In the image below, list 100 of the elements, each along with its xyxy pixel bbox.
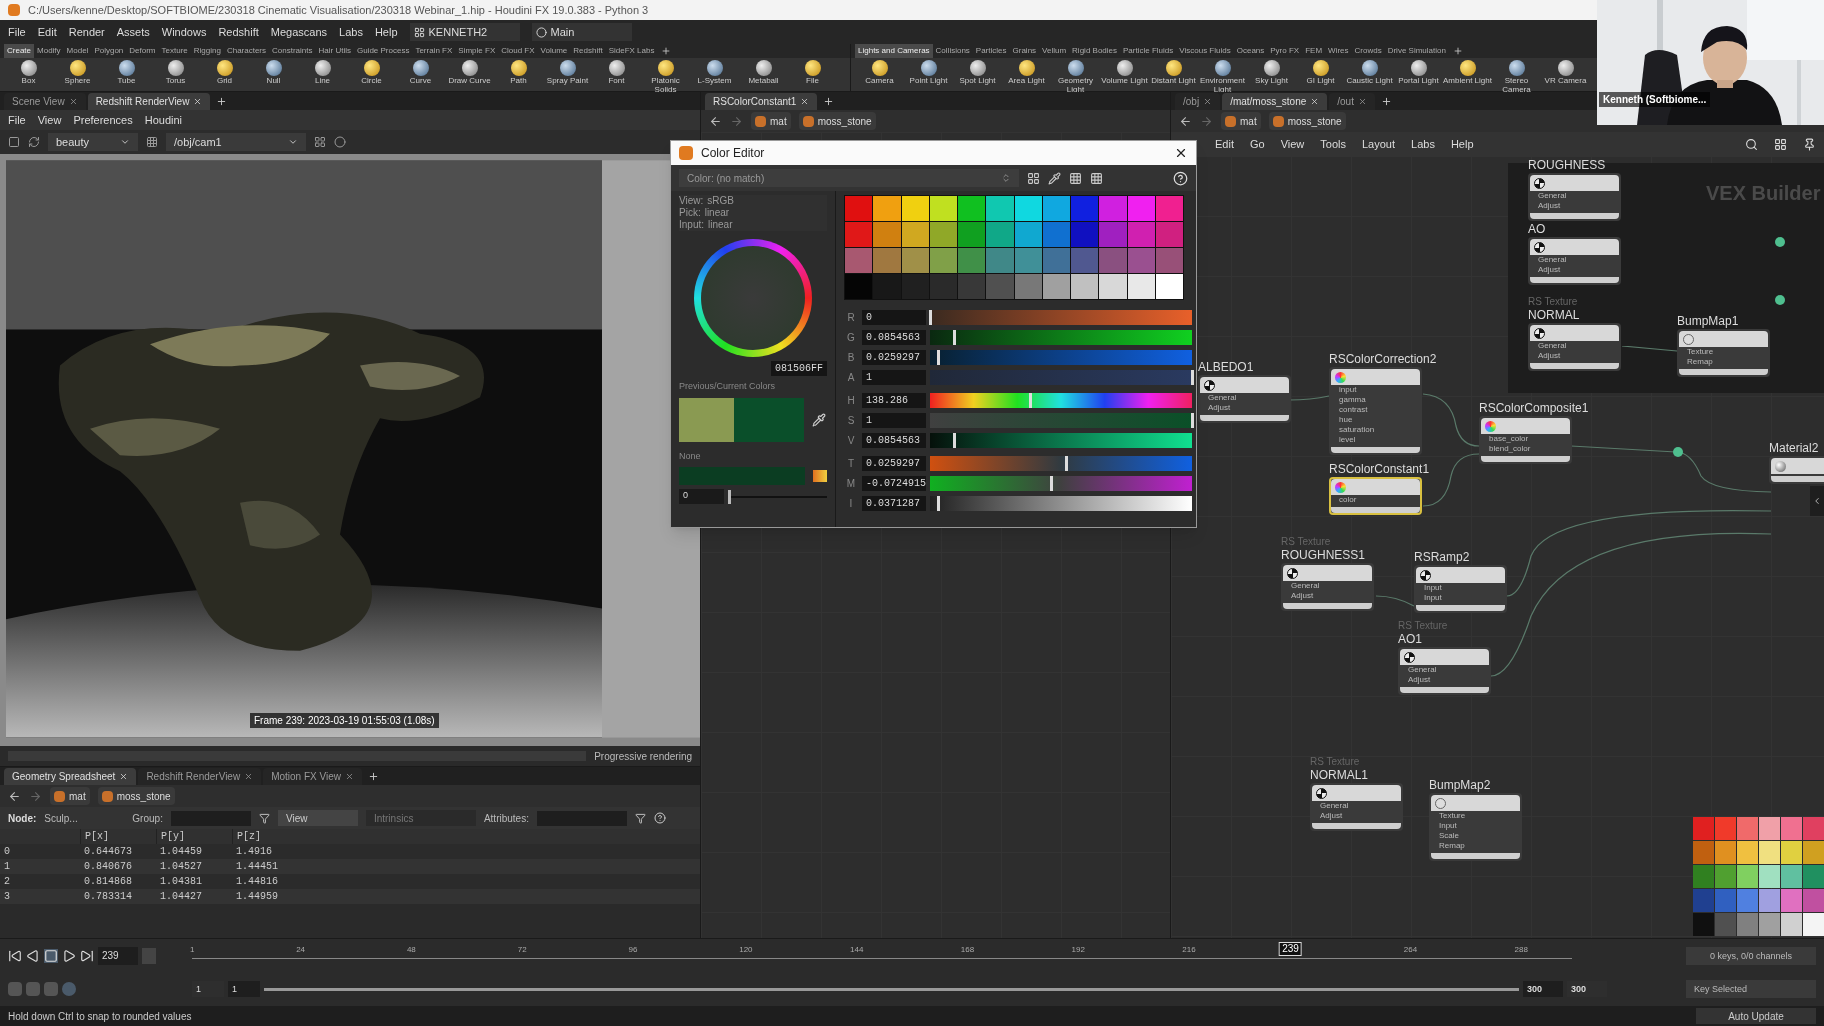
eyedropper-icon[interactable]	[1048, 171, 1061, 185]
close-icon[interactable]	[1174, 146, 1188, 160]
shelf-tool[interactable]: Portal Light	[1394, 60, 1443, 85]
node-port[interactable]: Remap	[1431, 841, 1520, 851]
node[interactable]: General Adjust	[1281, 563, 1374, 611]
channel-value[interactable]: 138.286	[862, 392, 926, 408]
menu-item[interactable]: Edit	[1215, 135, 1234, 153]
shelf-tab[interactable]: Characters	[223, 44, 270, 58]
shelf-tool[interactable]: Grid	[200, 60, 249, 85]
node-port[interactable]: Remap	[1679, 357, 1768, 367]
node-port[interactable]: General	[1200, 393, 1289, 403]
node-port[interactable]: General	[1283, 581, 1372, 591]
current-color-swatch[interactable]	[734, 397, 804, 442]
color-swatch[interactable]	[1014, 222, 1042, 247]
color-swatch[interactable]	[1803, 817, 1824, 840]
filter-icon[interactable]	[258, 812, 270, 824]
path-segment[interactable]: moss_stone	[97, 787, 175, 805]
color-swatch[interactable]	[1155, 222, 1183, 247]
pane-tab[interactable]: RSColorConstant1	[705, 93, 818, 110]
play-reverse-icon[interactable]	[26, 948, 40, 963]
node-port[interactable]: General	[1530, 191, 1619, 201]
stop-icon[interactable]	[44, 948, 58, 963]
node-port[interactable]: gamma	[1331, 395, 1420, 405]
shelf-tool[interactable]: Sky Light	[1247, 60, 1296, 85]
color-swatch[interactable]	[1693, 889, 1714, 912]
channel-value[interactable]: 0.0259297	[862, 455, 926, 471]
color-swatch[interactable]	[1803, 889, 1824, 912]
shelf-tab[interactable]: Rigging	[190, 44, 224, 58]
pane-tab[interactable]: Redshift RenderView	[87, 93, 211, 110]
shelf-tab[interactable]: Oceans	[1233, 44, 1268, 58]
menu-item[interactable]: Redshift	[218, 23, 259, 41]
channel-slider[interactable]	[930, 432, 1192, 448]
shelf-tab[interactable]: Modify	[34, 44, 64, 58]
eyedropper-icon[interactable]	[812, 412, 826, 427]
shelf-tool[interactable]: Spot Light	[953, 60, 1002, 85]
shelf-tool[interactable]: Torus	[151, 60, 200, 85]
channel-slider[interactable]	[930, 369, 1192, 385]
color-swatch[interactable]	[873, 274, 901, 299]
grid-icon[interactable]	[1774, 137, 1787, 151]
color-swatch[interactable]	[1042, 222, 1070, 247]
node[interactable]: base_color blend_color	[1479, 416, 1572, 464]
menu-item[interactable]: Assets	[116, 23, 150, 41]
slider-thumb[interactable]	[929, 309, 932, 325]
pane-tab[interactable]: Geometry Spreadsheet	[4, 768, 137, 785]
node-port[interactable]: Texture	[1431, 811, 1520, 821]
range-start-field[interactable]: 1	[228, 981, 260, 998]
color-swatch[interactable]	[1099, 274, 1127, 299]
slider-thumb[interactable]	[1028, 392, 1032, 408]
forward-icon[interactable]	[29, 789, 42, 803]
color-swatch[interactable]	[679, 467, 806, 485]
color-swatch[interactable]	[1737, 889, 1758, 912]
node[interactable]: General Adjust	[1398, 647, 1491, 695]
menu-item[interactable]: Help	[374, 23, 398, 41]
color-swatch[interactable]	[1071, 196, 1099, 221]
filter-icon[interactable]	[634, 812, 646, 824]
color-swatch[interactable]	[958, 248, 986, 273]
menu-item[interactable]: Render	[68, 23, 105, 41]
forward-icon[interactable]	[1200, 114, 1213, 128]
channel-value[interactable]: 0.0854563	[862, 432, 926, 448]
color-swatch[interactable]	[1042, 196, 1070, 221]
color-swatch[interactable]	[1781, 865, 1802, 888]
shelf-tool[interactable]: Tube	[102, 60, 151, 85]
menu-item[interactable]: Help	[1450, 135, 1474, 153]
shelf-tab[interactable]: FEM	[1302, 44, 1326, 58]
grid-icon[interactable]	[146, 136, 158, 148]
shelf-tool[interactable]: Metaball	[739, 60, 788, 85]
node-port[interactable]: saturation	[1331, 425, 1420, 435]
previous-color-swatch[interactable]	[679, 397, 734, 442]
play-icon[interactable]	[62, 948, 76, 963]
add-tab-icon[interactable]	[216, 96, 228, 107]
node[interactable]: General Adjust	[1310, 783, 1403, 831]
node-port[interactable]: Adjust	[1530, 265, 1619, 275]
help-icon[interactable]	[1173, 170, 1188, 186]
node-port[interactable]: level	[1331, 435, 1420, 445]
pane-tab[interactable]: /out	[1329, 93, 1375, 110]
color-swatch[interactable]	[958, 222, 986, 247]
color-swatch[interactable]	[1014, 248, 1042, 273]
color-swatch[interactable]	[873, 222, 901, 247]
menu-item[interactable]: Go	[1249, 135, 1265, 153]
color-swatch[interactable]	[958, 196, 986, 221]
shelf-tool[interactable]: Null	[249, 60, 298, 85]
node[interactable]: General Adjust	[1198, 375, 1291, 423]
grid-icon[interactable]	[1069, 171, 1082, 185]
grid-icon[interactable]	[1090, 171, 1103, 185]
shelf-tab[interactable]: Hair Utils	[315, 44, 354, 58]
node[interactable]: input gamma contrast hue saturation level	[1329, 367, 1422, 455]
desktop-dropdown[interactable]: KENNETH2	[409, 23, 520, 41]
view-dropdown[interactable]: View	[277, 810, 358, 826]
channel-value[interactable]: 1	[862, 369, 926, 385]
node-port[interactable]: color	[1331, 495, 1420, 505]
channel-slider[interactable]	[930, 455, 1192, 471]
shelf-tool[interactable]: Volume Light	[1100, 60, 1149, 85]
shelf-tab[interactable]: Wires	[1325, 44, 1352, 58]
node-port[interactable]: Input	[1431, 821, 1520, 831]
color-swatch[interactable]	[901, 274, 929, 299]
menu-item[interactable]: Labs	[339, 23, 363, 41]
slider-thumb[interactable]	[1049, 475, 1053, 491]
shelf-tool[interactable]: Box	[4, 60, 53, 85]
circle-icon[interactable]	[334, 136, 346, 148]
color-swatch[interactable]	[1715, 889, 1736, 912]
